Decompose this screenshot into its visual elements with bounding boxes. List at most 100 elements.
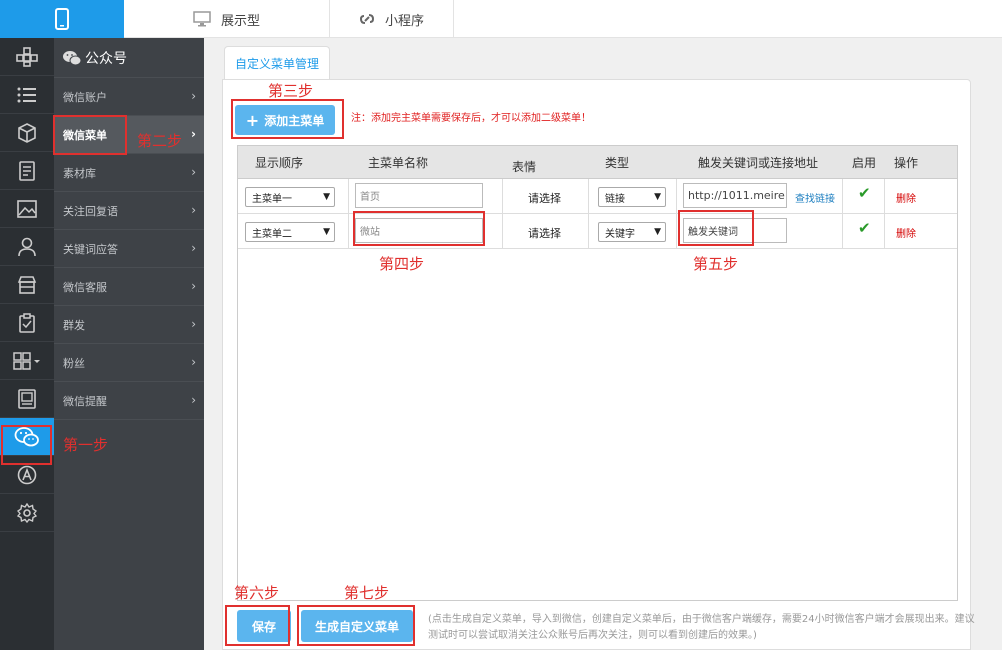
photo-frame-icon	[18, 388, 36, 409]
chevron-right-icon: ›	[191, 393, 196, 407]
apps-icon	[13, 351, 40, 370]
mobile-mode-button[interactable]	[0, 0, 124, 38]
rail-item-article[interactable]	[0, 152, 54, 190]
sidebar-item-label: 粉丝	[63, 356, 85, 370]
chevron-right-icon: ›	[191, 241, 196, 255]
divider	[884, 179, 885, 214]
menu-panel: + 添加主菜单 注：添加完主菜单需要保存后，才可以添加二级菜单！ 显示顺序 主菜…	[222, 79, 971, 650]
annotation-step2: 第二步	[137, 132, 183, 150]
save-note: 注：添加完主菜单需要保存后，才可以添加二级菜单！	[351, 113, 591, 124]
annotation-box-step2	[53, 115, 127, 155]
wechat-icon	[63, 50, 82, 65]
col-header-enabled: 启用	[852, 156, 877, 170]
rail-item-store[interactable]	[0, 266, 54, 304]
find-link-button[interactable]: 查找链接	[795, 190, 835, 205]
table-header: 显示顺序 主菜单名称 表情 类型 触发关键词或连接地址 启用 操作	[238, 146, 957, 179]
chevron-right-icon: ›	[191, 317, 196, 331]
sidebar-item-label: 关注回复语	[63, 204, 118, 218]
table-row: 主菜单二 ▼ 微站 请选择 关键字 ▼ 触发关键词 ✔ 删除	[238, 214, 957, 249]
emoji-select-link[interactable]: 请选择	[528, 225, 561, 241]
phone-icon	[55, 8, 69, 30]
sidebar-item-customer-service[interactable]: 微信客服 ›	[54, 268, 204, 306]
annotation-box-step6	[225, 605, 290, 646]
divider	[676, 214, 677, 249]
target-value: http://1011.meire	[688, 189, 785, 202]
rail-item-overview[interactable]	[0, 38, 54, 76]
rail-item-list[interactable]	[0, 76, 54, 114]
sidebar-item-label: 微信账户	[63, 90, 107, 104]
clipboard-icon	[19, 312, 35, 333]
annotation-step1: 第一步	[63, 436, 109, 454]
annotation-box-step4	[353, 211, 485, 246]
image-icon	[17, 199, 37, 218]
rail-item-apps[interactable]	[0, 342, 54, 380]
enabled-checkmark[interactable]: ✔	[858, 184, 871, 202]
tab-display[interactable]: 展示型	[124, 0, 330, 38]
sidebar-item-fans[interactable]: 粉丝 ›	[54, 344, 204, 382]
order-select[interactable]: 主菜单一 ▼	[245, 187, 335, 207]
type-select[interactable]: 链接 ▼	[598, 187, 666, 207]
sidebar-item-wechat-account[interactable]: 微信账户 ›	[54, 78, 204, 116]
menu-name-input[interactable]: 首页	[355, 183, 483, 208]
link-icon	[359, 11, 375, 27]
annotation-box-step1	[1, 425, 52, 465]
user-icon	[18, 237, 36, 256]
sidebar-item-label: 微信提醒	[63, 394, 107, 408]
caret-down-icon: ▼	[654, 227, 661, 237]
type-select-value: 关键字	[605, 228, 635, 240]
rail-item-member[interactable]	[0, 228, 54, 266]
annotation-step5: 第五步	[693, 255, 739, 273]
chevron-right-icon: ›	[191, 203, 196, 217]
app-root: 展示型 小程序 公众号 微信账户 › 微信菜单 › 素材库 › 关注回复语 › …	[0, 0, 1002, 650]
chevron-right-icon: ›	[191, 355, 196, 369]
annotation-step3: 第三步	[268, 82, 314, 100]
tab-custom-menu[interactable]: 自定义菜单管理	[224, 46, 330, 80]
col-header-name: 主菜单名称	[368, 156, 429, 170]
list-icon	[17, 87, 36, 102]
divider	[676, 179, 677, 214]
col-header-emoji: 表情	[512, 160, 537, 174]
annotation-step4: 第四步	[379, 255, 425, 273]
top-bar: 展示型 小程序	[0, 0, 1002, 38]
cube-icon	[18, 122, 36, 143]
chevron-right-icon: ›	[191, 279, 196, 293]
menu-table: 显示顺序 主菜单名称 表情 类型 触发关键词或连接地址 启用 操作 主菜单一 ▼…	[237, 145, 958, 601]
divider	[884, 214, 885, 249]
annotation-step7: 第七步	[344, 584, 390, 602]
settings-icon	[17, 502, 37, 523]
sidebar-item-label: 素材库	[63, 166, 96, 180]
chevron-right-icon: ›	[191, 89, 196, 103]
order-select[interactable]: 主菜单二 ▼	[245, 222, 335, 242]
rail-item-settings[interactable]	[0, 494, 54, 532]
delete-link[interactable]: 删除	[896, 190, 916, 205]
store-icon	[17, 275, 37, 294]
order-select-value: 主菜单二	[252, 228, 292, 240]
divider	[348, 179, 349, 214]
annotation-box-step3	[231, 99, 344, 139]
tab-miniprogram[interactable]: 小程序	[330, 0, 454, 38]
type-select-value: 链接	[605, 193, 625, 205]
target-input[interactable]: http://1011.meire	[683, 183, 787, 208]
enabled-checkmark[interactable]: ✔	[858, 219, 871, 237]
divider	[588, 179, 589, 214]
sidebar-item-label: 关键词应答	[63, 242, 118, 256]
delete-link[interactable]: 删除	[896, 225, 916, 240]
generate-hint: (点击生成自定义菜单，导入到微信，创建自定义菜单后，由于微信客户端缓存，需要24…	[428, 614, 975, 641]
menu-name-value: 首页	[360, 192, 380, 203]
sidebar-item-materials[interactable]: 素材库 ›	[54, 154, 204, 192]
sidebar-item-keyword-reply[interactable]: 关键词应答 ›	[54, 230, 204, 268]
caret-down-icon: ▼	[323, 227, 330, 237]
rail-item-gallery[interactable]	[0, 190, 54, 228]
order-select-value: 主菜单一	[252, 193, 292, 205]
sidebar-item-reminder[interactable]: 微信提醒 ›	[54, 382, 204, 420]
rail-item-frame[interactable]	[0, 380, 54, 418]
sidebar-item-follow-reply[interactable]: 关注回复语 ›	[54, 192, 204, 230]
caret-down-icon: ▼	[654, 192, 661, 202]
rail-item-product[interactable]	[0, 114, 54, 152]
rail-item-orders[interactable]	[0, 304, 54, 342]
type-select[interactable]: 关键字 ▼	[598, 222, 666, 242]
annotation-box-step7	[297, 605, 415, 646]
emoji-select-link[interactable]: 请选择	[528, 190, 561, 206]
sidebar-item-broadcast[interactable]: 群发 ›	[54, 306, 204, 344]
divider	[842, 214, 843, 249]
